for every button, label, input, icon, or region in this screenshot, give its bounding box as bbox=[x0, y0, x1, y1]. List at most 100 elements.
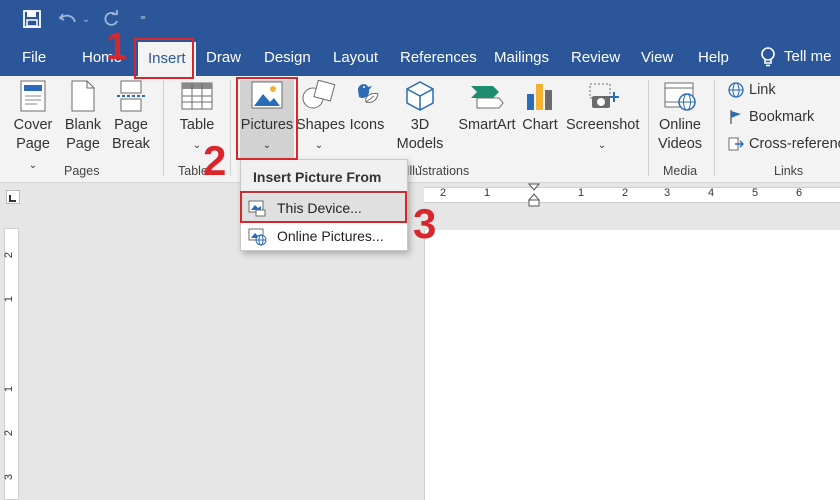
bookmark-button[interactable]: Bookmark bbox=[728, 109, 814, 125]
online-videos-button[interactable]: Online Videos bbox=[656, 80, 704, 154]
vertical-ruler[interactable]: 2 1 1 2 3 bbox=[3, 228, 19, 500]
page-break-button[interactable]: Page Break bbox=[111, 80, 151, 154]
online-pictures-icon bbox=[248, 228, 267, 246]
page-break-label-2: Break bbox=[112, 136, 150, 152]
save-icon[interactable] bbox=[20, 8, 44, 30]
cross-reference-icon bbox=[728, 137, 744, 151]
ruler-mark: 1 bbox=[578, 187, 585, 199]
undo-dropdown-icon[interactable]: ⌄ bbox=[80, 8, 92, 30]
menu-header: Insert Picture From bbox=[241, 160, 407, 193]
3d-cube-icon bbox=[395, 80, 445, 112]
smartart-label: SmartArt bbox=[458, 117, 516, 133]
chart-button[interactable]: Chart bbox=[520, 80, 560, 135]
tell-me-search[interactable]: Tell me bbox=[760, 38, 832, 76]
icons-button[interactable]: Icons bbox=[347, 80, 387, 135]
online-videos-label-1: Online bbox=[659, 117, 701, 133]
shapes-dropdown-icon: ⌄ bbox=[314, 140, 324, 151]
ruler-mark: 4 bbox=[708, 187, 715, 199]
annotation-number-1: 1 bbox=[106, 26, 128, 68]
illustrations-label-text: Illustrations bbox=[406, 164, 470, 178]
cross-reference-label: Cross-reference bbox=[749, 136, 840, 152]
group-label-pages: Pages bbox=[64, 164, 100, 178]
bookmark-label: Bookmark bbox=[749, 109, 815, 125]
undo-icon[interactable] bbox=[56, 8, 80, 30]
annotation-box-this-device bbox=[240, 191, 407, 223]
blank-page-label-2: Page bbox=[66, 136, 100, 152]
icons-label: Icons bbox=[349, 117, 385, 133]
tab-draw[interactable]: Draw bbox=[206, 38, 241, 76]
3d-models-label-2: Models bbox=[396, 136, 444, 152]
ruler-mark: 2 bbox=[3, 251, 16, 259]
chart-label: Chart bbox=[522, 117, 558, 133]
word-window: ⌄ ⁼ File Home Insert Draw Design Layout … bbox=[0, 0, 840, 500]
annotation-number-3: 3 bbox=[413, 200, 437, 247]
customize-toolbar-icon[interactable]: ⁼ bbox=[136, 8, 150, 30]
ruler-mark: 1 bbox=[3, 385, 16, 393]
tab-design[interactable]: Design bbox=[264, 38, 311, 76]
smartart-button[interactable]: SmartArt bbox=[456, 80, 518, 135]
group-label-media: Media bbox=[663, 164, 698, 178]
tab-file[interactable]: File bbox=[22, 38, 46, 76]
annotation-number-2: 2 bbox=[203, 137, 227, 184]
group-separator bbox=[648, 80, 649, 176]
ruler-mark: 3 bbox=[3, 473, 16, 481]
annotation-box-pictures bbox=[236, 77, 298, 160]
shapes-label: Shapes bbox=[296, 117, 346, 133]
online-videos-icon bbox=[656, 80, 704, 112]
ruler-mark: 2 bbox=[3, 429, 16, 437]
blank-page-label-1: Blank bbox=[64, 117, 102, 133]
cross-reference-button[interactable]: Cross-reference bbox=[728, 136, 840, 152]
shapes-icon bbox=[296, 79, 342, 112]
blank-page-icon bbox=[64, 80, 102, 112]
group-separator bbox=[230, 80, 231, 176]
online-pictures-menu-item[interactable]: Online Pictures... bbox=[241, 222, 407, 250]
link-label: Link bbox=[749, 82, 776, 98]
screenshot-label: Screenshot bbox=[566, 117, 640, 133]
ruler-mark: 2 bbox=[440, 187, 447, 199]
tab-review[interactable]: Review bbox=[571, 38, 620, 76]
shapes-button[interactable]: Shapes ⌄ bbox=[296, 79, 346, 155]
bookmark-flag-icon bbox=[730, 110, 741, 124]
ruler-mark: 2 bbox=[622, 187, 629, 199]
ruler-mark: 1 bbox=[3, 295, 16, 303]
blank-page-button[interactable]: Blank Page bbox=[64, 80, 102, 154]
table-icon bbox=[176, 80, 218, 112]
table-label: Table bbox=[179, 117, 215, 133]
group-separator bbox=[163, 80, 164, 176]
screenshot-dropdown-icon: ⌄ bbox=[597, 140, 607, 151]
lightbulb-icon bbox=[761, 47, 775, 67]
link-button[interactable]: Link bbox=[728, 82, 776, 98]
page-break-label-1: Page bbox=[114, 117, 148, 133]
tab-references[interactable]: References bbox=[400, 38, 477, 76]
cover-page-label-2: Page bbox=[16, 136, 50, 152]
page-break-icon bbox=[111, 80, 151, 112]
indent-marker[interactable] bbox=[528, 183, 540, 207]
tab-view[interactable]: View bbox=[641, 38, 673, 76]
tab-layout[interactable]: Layout bbox=[333, 38, 378, 76]
tab-mailings[interactable]: Mailings bbox=[494, 38, 549, 76]
cover-page-label-1: Cover bbox=[13, 117, 53, 133]
tell-me-label: Tell me bbox=[784, 48, 832, 65]
ruler-mark: 6 bbox=[796, 187, 803, 199]
icons-icon bbox=[347, 80, 387, 112]
tab-selector[interactable] bbox=[6, 190, 20, 204]
ruler-mark: 3 bbox=[664, 187, 671, 199]
tab-help[interactable]: Help bbox=[698, 38, 729, 76]
ruler-mark: 1 bbox=[484, 187, 491, 199]
table-dropdown-icon: ⌄ bbox=[192, 140, 202, 151]
group-label-illustrations: Illustrations bbox=[406, 164, 469, 178]
group-separator bbox=[714, 80, 715, 176]
ruler-mark: 5 bbox=[752, 187, 759, 199]
cover-page-button[interactable]: Cover Page ⌄ bbox=[12, 80, 54, 175]
annotation-box-insert bbox=[134, 38, 194, 79]
online-pictures-label: Online Pictures... bbox=[277, 228, 384, 244]
screenshot-button[interactable]: Screenshot ⌄ bbox=[566, 80, 640, 155]
3d-models-label-1: 3D bbox=[410, 117, 430, 133]
globe-link-icon bbox=[728, 82, 744, 98]
chart-icon bbox=[520, 80, 560, 112]
ribbon-insert: Cover Page ⌄ Blank Page Page Break Pages… bbox=[0, 76, 840, 183]
cover-page-icon bbox=[12, 80, 54, 112]
group-label-links: Links bbox=[774, 164, 804, 178]
document-page[interactable] bbox=[424, 230, 840, 500]
smartart-icon bbox=[456, 80, 518, 112]
